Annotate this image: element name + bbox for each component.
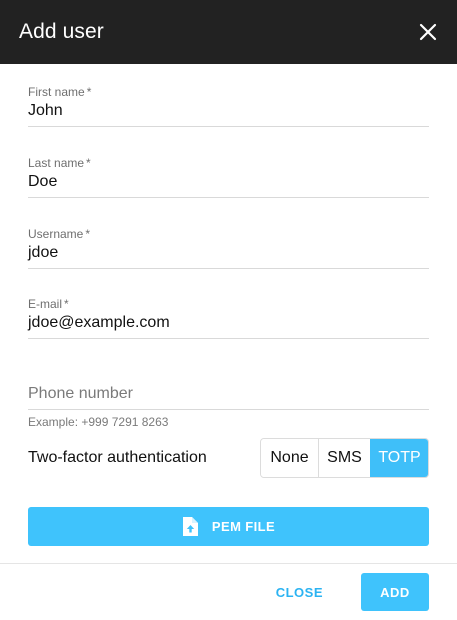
first-name-value[interactable]: John [28,102,429,120]
required-mark: * [86,85,92,99]
phone-input[interactable] [28,383,429,405]
add-user-dialog: Add user First name * John Last name * Doe… [0,0,457,620]
dialog-footer: CLOSE ADD [0,563,457,620]
required-mark: * [85,227,91,241]
first-name-label: First name * [28,85,92,99]
pem-file-button[interactable]: PEM FILE [28,507,429,546]
username-value[interactable]: jdoe [28,244,429,262]
add-button[interactable]: ADD [361,573,429,611]
last-name-label: Last name * [28,156,91,170]
email-value[interactable]: jdoe@example.com [28,314,429,332]
two-factor-row: Two-factor authentication None SMS TOTP [28,438,429,478]
dialog-header: Add user [0,0,457,64]
first-name-field[interactable]: First name * John [28,85,429,127]
phone-hint: Example: +999 7291 8263 [28,415,169,429]
username-label: Username * [28,227,91,241]
close-icon[interactable] [417,21,439,43]
username-field[interactable]: Username * jdoe [28,227,429,269]
pem-file-label: PEM FILE [211,519,276,534]
email-label: E-mail * [28,297,69,311]
dialog-title: Add user [19,20,104,43]
two-factor-label: Two-factor authentication [28,449,207,466]
file-upload-icon [182,517,198,536]
last-name-field[interactable]: Last name * Doe [28,156,429,198]
two-factor-option-sms[interactable]: SMS [318,439,370,477]
two-factor-toggle: None SMS TOTP [260,438,429,478]
required-mark: * [64,297,69,311]
two-factor-option-totp[interactable]: TOTP [370,439,428,477]
two-factor-option-none[interactable]: None [261,439,318,477]
dialog-body: First name * John Last name * Doe Username… [0,85,457,546]
close-button[interactable]: CLOSE [258,573,341,611]
required-mark: * [86,156,91,170]
phone-field[interactable] [28,383,429,410]
email-field[interactable]: E-mail * jdoe@example.com [28,297,429,339]
last-name-value[interactable]: Doe [28,173,429,191]
